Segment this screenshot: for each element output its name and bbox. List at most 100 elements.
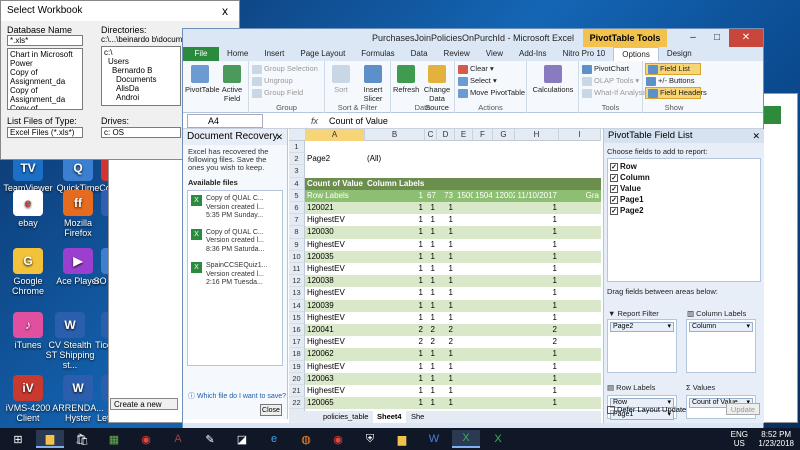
- table-cell[interactable]: [493, 226, 515, 239]
- column-labels-area[interactable]: ▥ Column Labels Column: [686, 309, 756, 373]
- table-cell[interactable]: [559, 385, 601, 397]
- field-headers-toggle[interactable]: Field Headers: [645, 87, 707, 99]
- file-explorer-taskbar[interactable]: ▆: [36, 430, 64, 448]
- table-cell[interactable]: [559, 177, 601, 190]
- table-cell[interactable]: [493, 287, 515, 299]
- fx-icon[interactable]: fx: [311, 113, 318, 129]
- ie-taskbar[interactable]: e: [260, 430, 288, 448]
- row-number[interactable]: 17: [289, 336, 305, 349]
- defer-layout-checkbox[interactable]: Defer Layout Update: [607, 405, 686, 415]
- table-cell[interactable]: [455, 312, 473, 324]
- table-cell[interactable]: [455, 250, 473, 263]
- table-cell[interactable]: [455, 153, 473, 165]
- table-cell[interactable]: [559, 397, 601, 410]
- table-cell[interactable]: 1: [425, 202, 437, 215]
- row-number[interactable]: 21: [289, 385, 305, 398]
- table-cell[interactable]: [559, 275, 601, 288]
- table-cell[interactable]: 1: [365, 202, 425, 215]
- table-cell[interactable]: 67: [425, 189, 437, 202]
- table-cell[interactable]: [559, 214, 601, 226]
- table-cell[interactable]: 1: [425, 226, 437, 239]
- table-cell[interactable]: [559, 153, 601, 165]
- row-number[interactable]: 14: [289, 299, 305, 312]
- chrome-taskbar[interactable]: ◉: [132, 430, 160, 448]
- select-button[interactable]: Select ▾: [458, 76, 497, 86]
- table-cell[interactable]: HighestEV: [305, 239, 365, 251]
- table-cell[interactable]: [493, 361, 515, 373]
- table-cell[interactable]: [493, 250, 515, 263]
- table-cell[interactable]: 2: [365, 324, 425, 337]
- table-cell[interactable]: [515, 165, 559, 177]
- table-cell[interactable]: 120021: [493, 189, 515, 202]
- paint-taskbar[interactable]: ✎: [196, 430, 224, 448]
- table-cell[interactable]: [305, 141, 365, 153]
- tab-review[interactable]: Review: [436, 47, 478, 61]
- table-cell[interactable]: 1: [425, 263, 437, 275]
- table-cell[interactable]: 1: [365, 214, 425, 226]
- calculations-button[interactable]: Calculations: [531, 65, 575, 94]
- table-cell[interactable]: [437, 177, 455, 190]
- desktop-icon[interactable]: e ebay: [2, 190, 54, 228]
- table-cell[interactable]: [455, 299, 473, 312]
- table-cell[interactable]: [493, 372, 515, 385]
- table-cell[interactable]: 1: [437, 239, 455, 251]
- table-cell[interactable]: [559, 324, 601, 337]
- directory-item[interactable]: Androi: [104, 93, 178, 102]
- table-cell[interactable]: 1: [515, 385, 559, 397]
- table-cell[interactable]: 1: [437, 361, 455, 373]
- row-number[interactable]: 5: [289, 189, 305, 202]
- table-cell[interactable]: 120021: [305, 202, 365, 215]
- drives-select[interactable]: c: OS: [101, 127, 181, 138]
- row-number[interactable]: 2: [289, 153, 305, 166]
- refresh-button[interactable]: Refresh: [393, 65, 419, 94]
- table-cell[interactable]: 11/10/2017: [515, 189, 559, 202]
- column-header[interactable]: E: [455, 129, 473, 141]
- field-pill[interactable]: Column: [689, 322, 753, 332]
- column-header[interactable]: A: [305, 129, 365, 141]
- table-cell[interactable]: [559, 165, 601, 177]
- table-cell[interactable]: 1: [365, 397, 425, 410]
- recovered-file-item[interactable]: X Copy of QUAL C... Version created l... 8:…: [188, 225, 282, 259]
- update-button[interactable]: Update: [726, 403, 760, 415]
- table-cell[interactable]: [559, 287, 601, 299]
- tab-nitro-pro-10[interactable]: Nitro Pro 10: [555, 47, 614, 61]
- security-taskbar[interactable]: ⛨: [356, 430, 384, 448]
- close-icon[interactable]: ✕: [729, 29, 763, 47]
- table-cell[interactable]: HighestEV: [305, 312, 365, 324]
- table-cell[interactable]: 1: [365, 263, 425, 275]
- minimize-icon[interactable]: –: [681, 29, 705, 47]
- table-cell[interactable]: 120063: [305, 372, 365, 385]
- table-cell[interactable]: 2: [425, 324, 437, 337]
- tab-file[interactable]: File: [183, 47, 219, 61]
- table-cell[interactable]: 1: [515, 361, 559, 373]
- file-list-item[interactable]: Copy of Assignment_da: [10, 68, 80, 86]
- table-cell[interactable]: [493, 141, 515, 153]
- table-cell[interactable]: 1: [365, 372, 425, 385]
- table-cell[interactable]: [493, 165, 515, 177]
- table-cell[interactable]: 1: [515, 214, 559, 226]
- table-cell[interactable]: Count of Value: [305, 177, 365, 190]
- table-cell[interactable]: [493, 348, 515, 361]
- table-cell[interactable]: 1: [365, 226, 425, 239]
- file-type-select[interactable]: Excel Files (*.xls*): [7, 127, 83, 138]
- spreadsheet-grid[interactable]: ABCDEFGHI 1 2 Page2 (All) 3 4 Count of Value Co…: [289, 129, 601, 411]
- table-cell[interactable]: 1: [365, 361, 425, 373]
- table-cell[interactable]: 2: [365, 336, 425, 348]
- table-cell[interactable]: HighestEV: [305, 361, 365, 373]
- table-cell[interactable]: 120039: [305, 299, 365, 312]
- table-cell[interactable]: HighestEV: [305, 385, 365, 397]
- table-cell[interactable]: [473, 263, 493, 275]
- column-header[interactable]: G: [493, 129, 515, 141]
- table-cell[interactable]: [455, 214, 473, 226]
- tab-add-ins[interactable]: Add-Ins: [511, 47, 555, 61]
- table-cell[interactable]: [455, 226, 473, 239]
- table-cell[interactable]: 1: [425, 361, 437, 373]
- table-cell[interactable]: 120062: [305, 348, 365, 361]
- desktop-icon[interactable]: W CV Stealth ST Shipping st...: [44, 312, 96, 370]
- table-cell[interactable]: 1500: [455, 189, 473, 202]
- table-cell[interactable]: 120041: [305, 324, 365, 337]
- table-cell[interactable]: [473, 312, 493, 324]
- table-cell[interactable]: HighestEV: [305, 214, 365, 226]
- table-cell[interactable]: 1: [425, 372, 437, 385]
- table-cell[interactable]: 1: [515, 275, 559, 288]
